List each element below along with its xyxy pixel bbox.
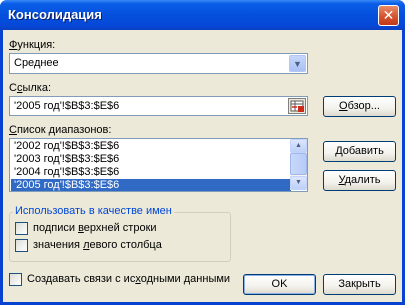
scroll-thumb[interactable] (290, 153, 307, 175)
function-dropdown[interactable]: Среднее ▼ (9, 53, 308, 74)
top-row-label: подписи верхней строки (33, 222, 157, 234)
left-column-checkbox[interactable] (15, 239, 28, 252)
list-item[interactable]: '2002 год'!$B$3:$E$6 (11, 140, 291, 153)
collapse-dialog-button[interactable] (288, 98, 306, 114)
top-row-checkbox[interactable] (15, 222, 28, 235)
close-window-button[interactable]: ✕ (378, 5, 399, 26)
add-button[interactable]: Добавить (323, 141, 396, 162)
close-icon: ✕ (382, 7, 395, 23)
close-button[interactable]: Закрыть (323, 274, 396, 295)
title-bar[interactable]: Консолидация ✕ (0, 0, 405, 30)
scroll-down-icon[interactable]: ▼ (290, 176, 307, 190)
list-item-selected[interactable]: '2005 год'!$B$3:$E$6 (11, 179, 291, 191)
function-label: Функция: (9, 39, 56, 51)
delete-button[interactable]: Удалить (323, 170, 396, 191)
dialog-title: Консолидация (8, 7, 102, 22)
use-names-group (9, 212, 231, 262)
consolidation-dialog: Консолидация ✕ Функция: Среднее ▼ Ссылка… (0, 0, 405, 305)
reference-input[interactable]: '2005 год'!$B$3:$E$6 (9, 96, 308, 116)
reference-value: '2005 год'!$B$3:$E$6 (14, 100, 120, 112)
list-item[interactable]: '2004 год'!$B$3:$E$6 (11, 166, 291, 179)
list-item[interactable]: '2003 год'!$B$3:$E$6 (11, 153, 291, 166)
ranges-label: Список диапазонов: (9, 124, 112, 136)
function-value: Среднее (14, 57, 59, 69)
use-names-title: Использовать в качестве имен (13, 205, 174, 217)
ranges-scrollbar[interactable]: ▲ ▼ (290, 139, 307, 190)
create-links-checkbox[interactable] (9, 273, 22, 286)
create-links-label: Создавать связи с исходными данными (27, 273, 231, 285)
browse-button[interactable]: Обзор... (323, 96, 396, 117)
scroll-up-icon[interactable]: ▲ (290, 139, 307, 153)
ranges-listbox[interactable]: '2002 год'!$B$3:$E$6 '2003 год'!$B$3:$E$… (9, 138, 308, 192)
left-column-label: значения левого столбца (33, 239, 162, 251)
ok-button[interactable]: OK (243, 274, 316, 295)
dialog-body: Функция: Среднее ▼ Ссылка: '2005 год'!$B… (3, 30, 402, 302)
chevron-down-icon[interactable]: ▼ (289, 55, 306, 72)
reference-label: Ссылка: (9, 82, 52, 94)
range-select-icon (290, 100, 304, 112)
